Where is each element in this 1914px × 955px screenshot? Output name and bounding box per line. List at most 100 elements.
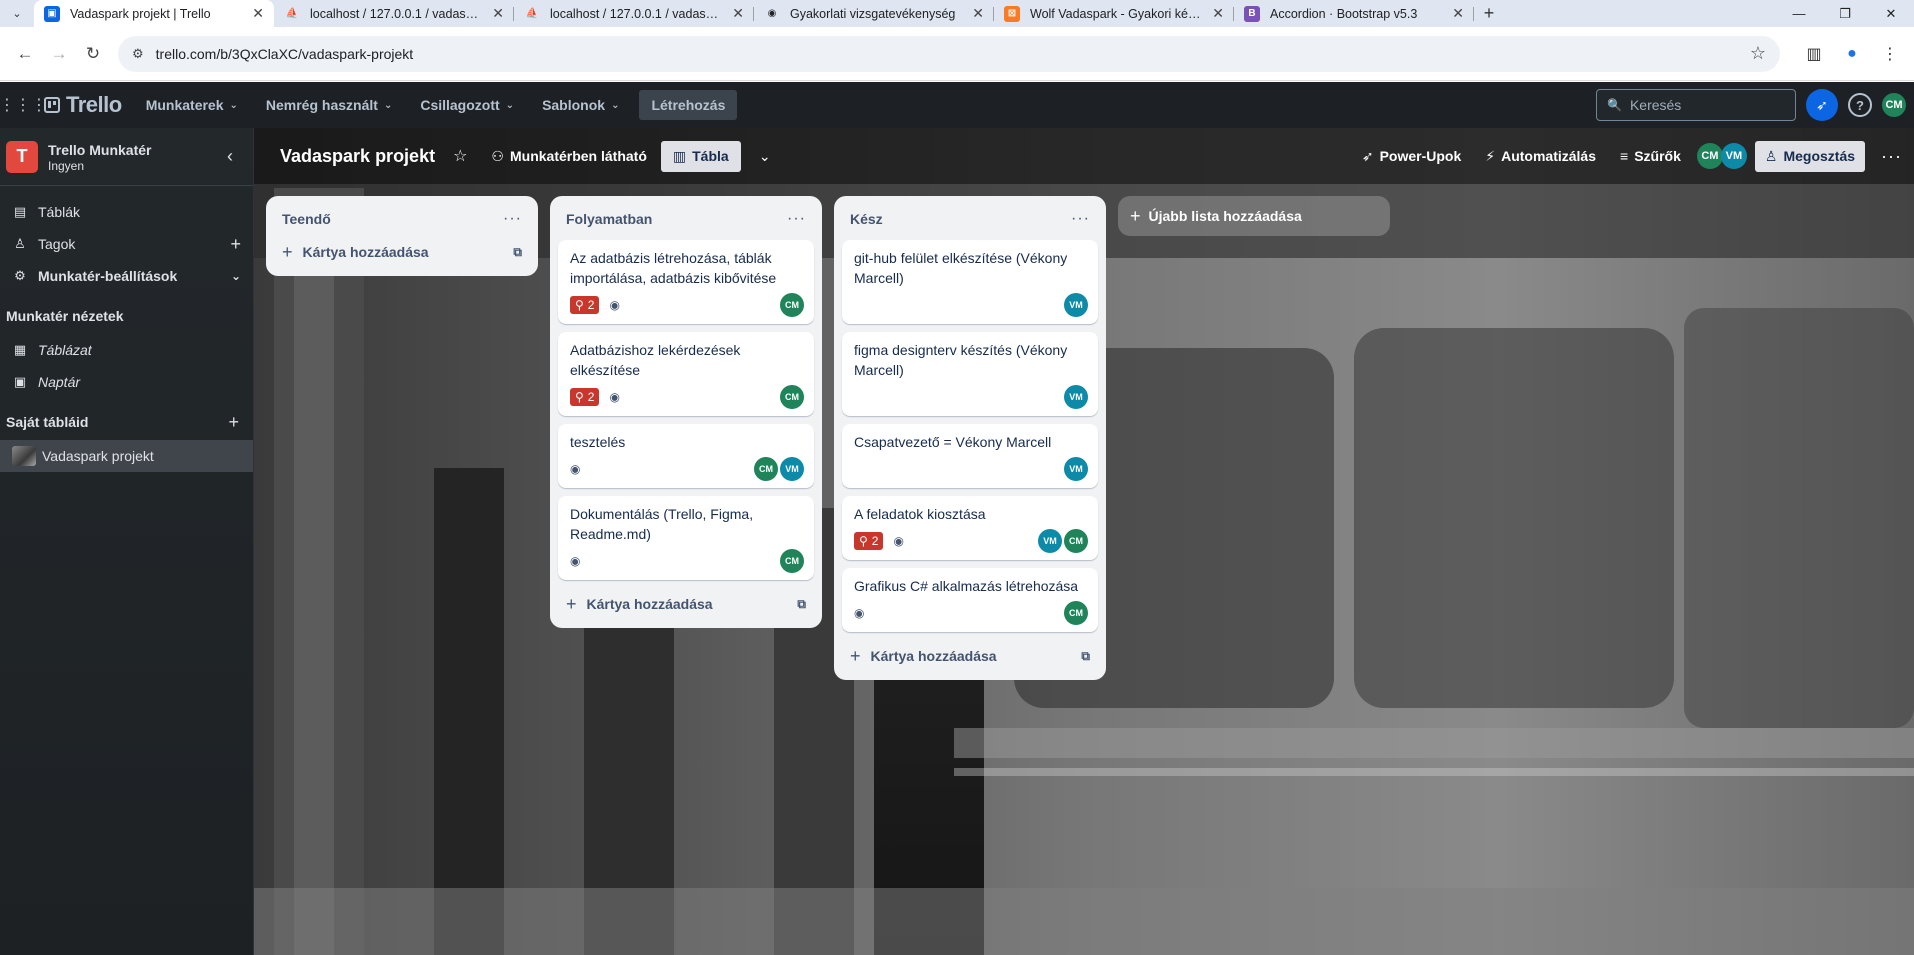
browser-tab[interactable]: ▣ Vadaspark projekt | Trello ✕ [34,0,274,27]
browser-tab[interactable]: B Accordion · Bootstrap v5.3 ✕ [1234,0,1474,27]
browser-tab[interactable]: ⊠ Wolf Vadaspark - Gyakori kérdések ✕ [994,0,1234,27]
url-field[interactable]: ⚙ trello.com/b/3QxClaXC/vadaspark-projek… [118,35,1780,72]
tab-search-icon[interactable]: ⌄ [0,0,34,27]
close-window-icon[interactable]: ✕ [1868,0,1914,27]
card[interactable]: Grafikus C# alkalmazás létrehozása ◉ CM [842,568,1098,632]
member-avatar[interactable]: CM [1064,529,1088,553]
add-card-button[interactable]: + Kártya hozzáadása ⧉ [558,588,814,620]
member-avatar[interactable]: CM [1064,601,1088,625]
template-icon[interactable]: ⧉ [513,245,522,260]
bootstrap-favicon-icon: B [1244,5,1260,22]
card[interactable]: tesztelés ◉ CM VM [558,424,814,488]
browser-tab[interactable]: ◉ Gyakorlati vizsgatevékenység ✕ [754,0,994,27]
site-info-icon[interactable]: ⚙ [132,46,144,62]
sidebar-item-table[interactable]: ▦ Táblázat [0,334,253,366]
sidebar-item-calendar[interactable]: ▣ Naptár [0,366,253,398]
new-tab-button[interactable]: + [1474,0,1504,27]
reload-icon[interactable]: ↻ [76,37,110,71]
rocket-icon[interactable]: ➶ [1806,89,1838,121]
chevron-down-icon[interactable]: ⌄ [751,142,779,170]
member-avatar[interactable]: CM [780,549,804,573]
list-title[interactable]: Folyamatban [566,211,652,227]
member-avatar[interactable]: VM [1064,385,1088,409]
member-avatar[interactable]: CM [754,457,778,481]
side-panel-icon[interactable]: ▥ [1798,38,1830,70]
member-avatar[interactable]: CM [1696,143,1723,169]
back-icon[interactable]: ← [8,37,42,71]
add-list-button[interactable]: + Újabb lista hozzáadása [1118,196,1390,236]
add-card-button[interactable]: + Kártya hozzáadása ⧉ [842,640,1098,672]
automation-button[interactable]: ⚡ Automatizálás [1477,142,1604,171]
browser-menu-icon[interactable]: ⋮ [1874,38,1906,70]
close-tab-icon[interactable]: ✕ [1452,5,1464,22]
board-title[interactable]: Vadaspark projekt [280,146,435,167]
list: Kész ··· git-hub felület elkészítése (Véko… [834,196,1106,680]
profile-icon[interactable]: ● [1836,38,1868,70]
help-icon[interactable]: ? [1848,93,1872,117]
more-options-icon[interactable]: ··· [1881,146,1902,167]
close-tab-icon[interactable]: ✕ [252,5,264,22]
browser-tab[interactable]: ⛵ localhost / 127.0.0.1 / vadaspark ✕ [514,0,754,27]
sidebar-item-members[interactable]: ♙ Tagok + [0,228,253,260]
add-board-icon[interactable]: + [228,412,239,433]
card-footer: ⚲ 2 ◉ VM CM [854,528,1088,554]
member-avatar[interactable]: VM [1064,293,1088,317]
power-ups-button[interactable]: ➶ Power-Upok [1354,142,1469,171]
add-card-button[interactable]: + Kártya hozzáadása ⧉ [274,236,530,268]
filters-button[interactable]: ≡ Szűrők [1612,142,1689,170]
trello-logo[interactable]: Trello [44,92,122,118]
sidebar-item-board-vadaspark[interactable]: Vadaspark projekt [0,440,253,472]
list-title[interactable]: Kész [850,211,883,227]
add-member-icon[interactable]: + [230,234,241,255]
list-menu-icon[interactable]: ··· [1071,210,1090,228]
app-switcher-icon[interactable]: ⋮⋮⋮ [0,90,47,120]
card[interactable]: Adatbázishoz lekérdezések elkészítése ⚲ 2 ◉… [558,332,814,416]
card[interactable]: Az adatbázis létrehozása, táblák importá… [558,240,814,324]
badge-count: 2 [871,534,879,548]
header-menu-3[interactable]: Sablonok ⌄ [530,89,631,121]
member-avatar[interactable]: VM [1720,143,1747,169]
search-input[interactable]: 🔍 Keresés [1596,89,1796,121]
view-board-button[interactable]: ▥ Tábla [660,140,741,172]
create-button[interactable]: Létrehozás [639,90,738,120]
member-avatar[interactable]: VM [1064,457,1088,481]
close-tab-icon[interactable]: ✕ [1212,5,1224,22]
member-avatar[interactable]: CM [780,385,804,409]
close-tab-icon[interactable]: ✕ [972,5,984,22]
chevron-down-icon[interactable]: ⌄ [231,269,241,283]
header-menu-1[interactable]: Nemrég használt ⌄ [254,89,404,121]
star-icon[interactable]: ☆ [453,146,467,166]
collapse-sidebar-icon[interactable]: ‹ [227,146,233,167]
card[interactable]: figma designterv készítés (Vékony Marcel… [842,332,1098,416]
account-avatar[interactable]: CM [1882,93,1906,117]
list-menu-icon[interactable]: ··· [503,210,522,228]
member-avatar[interactable]: VM [780,457,804,481]
template-icon[interactable]: ⧉ [797,597,806,612]
share-button[interactable]: ♙ Megosztás [1754,140,1866,172]
card[interactable]: git-hub felület elkészítése (Vékony Marc… [842,240,1098,324]
close-tab-icon[interactable]: ✕ [492,5,504,22]
card[interactable]: Csapatvezető = Vékony Marcell VM [842,424,1098,488]
header-menu-0[interactable]: Munkaterek ⌄ [134,89,250,121]
tab-title: Gyakorlati vizsgatevékenység [790,6,956,21]
workspace-name[interactable]: Trello Munkatér [48,141,151,159]
member-avatar[interactable]: VM [1038,529,1062,553]
list-menu-icon[interactable]: ··· [787,210,806,228]
maximize-icon[interactable]: ❐ [1822,0,1868,27]
close-tab-icon[interactable]: ✕ [732,5,744,22]
workspace-icon[interactable]: T [6,140,38,173]
forward-icon[interactable]: → [42,37,76,71]
header-menu-2[interactable]: Csillagozott ⌄ [408,89,526,121]
visibility-button[interactable]: ⚇ Munkatérben látható [483,142,654,171]
sidebar-item-boards[interactable]: ▤ Táblák [0,196,253,228]
browser-tab[interactable]: ⛵ localhost / 127.0.0.1 / vadaspark ✕ [274,0,514,27]
card[interactable]: A feladatok kiosztása ⚲ 2 ◉ VM CM [842,496,1098,560]
add-person-icon: ♙ [1764,147,1778,164]
list-title[interactable]: Teendő [282,211,331,227]
bookmark-star-icon[interactable]: ☆ [1750,43,1766,64]
template-icon[interactable]: ⧉ [1081,649,1090,664]
member-avatar[interactable]: CM [780,293,804,317]
minimize-icon[interactable]: — [1776,0,1822,27]
card[interactable]: Dokumentálás (Trello, Figma, Readme.md) ◉… [558,496,814,580]
sidebar-item-settings[interactable]: ⚙ Munkatér-beállítások ⌄ [0,260,253,292]
